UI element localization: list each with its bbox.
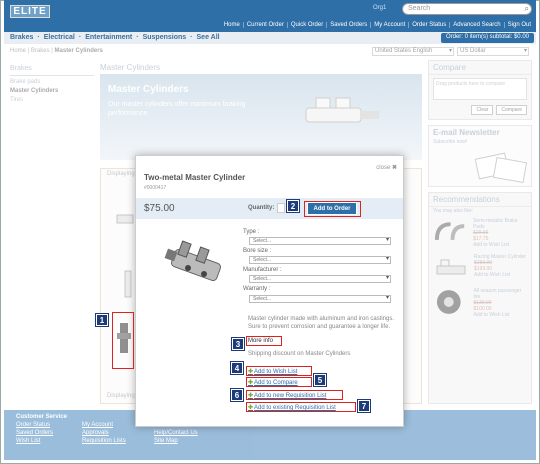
highlight-box-1 [112,312,134,369]
close-label: close [376,165,391,171]
type-select[interactable]: Select... [249,237,391,245]
quantity-input[interactable] [277,203,285,213]
highlight-box-2 [304,201,361,217]
highlight-box-3 [246,336,282,346]
close-button[interactable]: close ✖ [376,164,397,171]
footer-requisition-lists[interactable]: Requisition Lists [82,437,126,445]
product-title: Two-metal Master Cylinder [144,173,246,182]
search-placeholder: Search [408,5,431,12]
callout-2: 2 [286,199,300,213]
footer-help[interactable]: Help/Contact Us [154,429,198,437]
product-sku: #0000417 [144,185,167,191]
footer-site-map[interactable]: Site Map [154,437,198,445]
callout-6: 6 [230,388,244,402]
highlight-box-6 [246,390,343,400]
category-sep-4: · [190,34,193,41]
nav-quick-order[interactable]: Quick Order [286,22,326,28]
footer-approvals[interactable]: Approvals [82,429,126,437]
manufacturer-label: Manufacturer : [243,267,282,273]
footer-order-status[interactable]: Order Status [16,421,67,429]
bore-size-label: Bore size : [243,248,272,254]
category-suspensions[interactable]: Suspensions [143,34,187,41]
product-price: $75.00 [144,203,175,214]
order-summary-button[interactable]: Order: 0 item(s) subtotal: $0.00 [440,33,534,43]
category-sep-3: · [136,34,139,41]
store-logo[interactable]: ELITE [10,5,50,18]
bore-size-select[interactable]: Select... [249,256,391,264]
nav-saved-orders[interactable]: Saved Orders [326,22,370,28]
product-image [164,240,222,282]
nav-order-status[interactable]: Order Status [408,22,449,28]
nav-sign-out[interactable]: Sign Out [503,22,534,28]
search-icon[interactable]: ⌕ [525,4,529,14]
nav-my-account[interactable]: My Account [370,22,408,28]
footer-heading: Customer Service [16,414,68,420]
footer-my-account[interactable]: My Account [82,421,126,429]
quantity-label: Quantity: [248,205,275,211]
nav-current-order[interactable]: Current Order [242,22,287,28]
category-electrical[interactable]: Electrical [44,34,75,41]
category-see-all[interactable]: See All [197,34,220,41]
category-brakes[interactable]: Brakes [10,34,33,41]
quick-view-dialog: close ✖ Two-metal Master Cylinder #00004… [135,155,404,427]
close-icon[interactable]: ✖ [392,165,397,171]
footer-wish-list[interactable]: Wish List [16,437,67,445]
type-label: Type : [243,229,260,235]
category-sep-2: · [78,34,82,41]
shipping-discount: Shipping discount on Master Cylinders [248,351,351,357]
footer-saved-orders[interactable]: Saved Orders [16,429,67,437]
product-description: Master cylinder made with aluminum and i… [248,316,395,330]
highlight-box-5 [246,377,312,387]
callout-5: 5 [313,373,327,387]
nav-advanced-search[interactable]: Advanced Search [449,22,503,28]
callout-3: 3 [231,337,245,351]
callout-1: 1 [95,313,109,327]
price-bar: $75.00 Quantity: Add to Order [136,198,403,219]
highlight-box-4 [246,366,312,376]
org-label: Org1 [373,5,387,11]
search-input[interactable]: Search ⌕ [402,3,532,15]
highlight-box-7 [246,402,356,412]
callout-4: 4 [230,361,244,375]
nav-home[interactable]: Home [221,22,243,28]
top-nav: Home Current Order Quick Order Saved Ord… [221,22,534,28]
warranty-select[interactable]: Select... [249,295,391,303]
callout-7: 7 [357,399,371,413]
manufacturer-select[interactable]: Select... [249,275,391,283]
category-sep-1: · [37,34,40,41]
header-bar: ELITE Org1 Search ⌕ Home Current Order Qu… [4,0,536,32]
warranty-label: Warranty : [243,286,271,292]
category-entertainment[interactable]: Entertainment [85,34,132,41]
